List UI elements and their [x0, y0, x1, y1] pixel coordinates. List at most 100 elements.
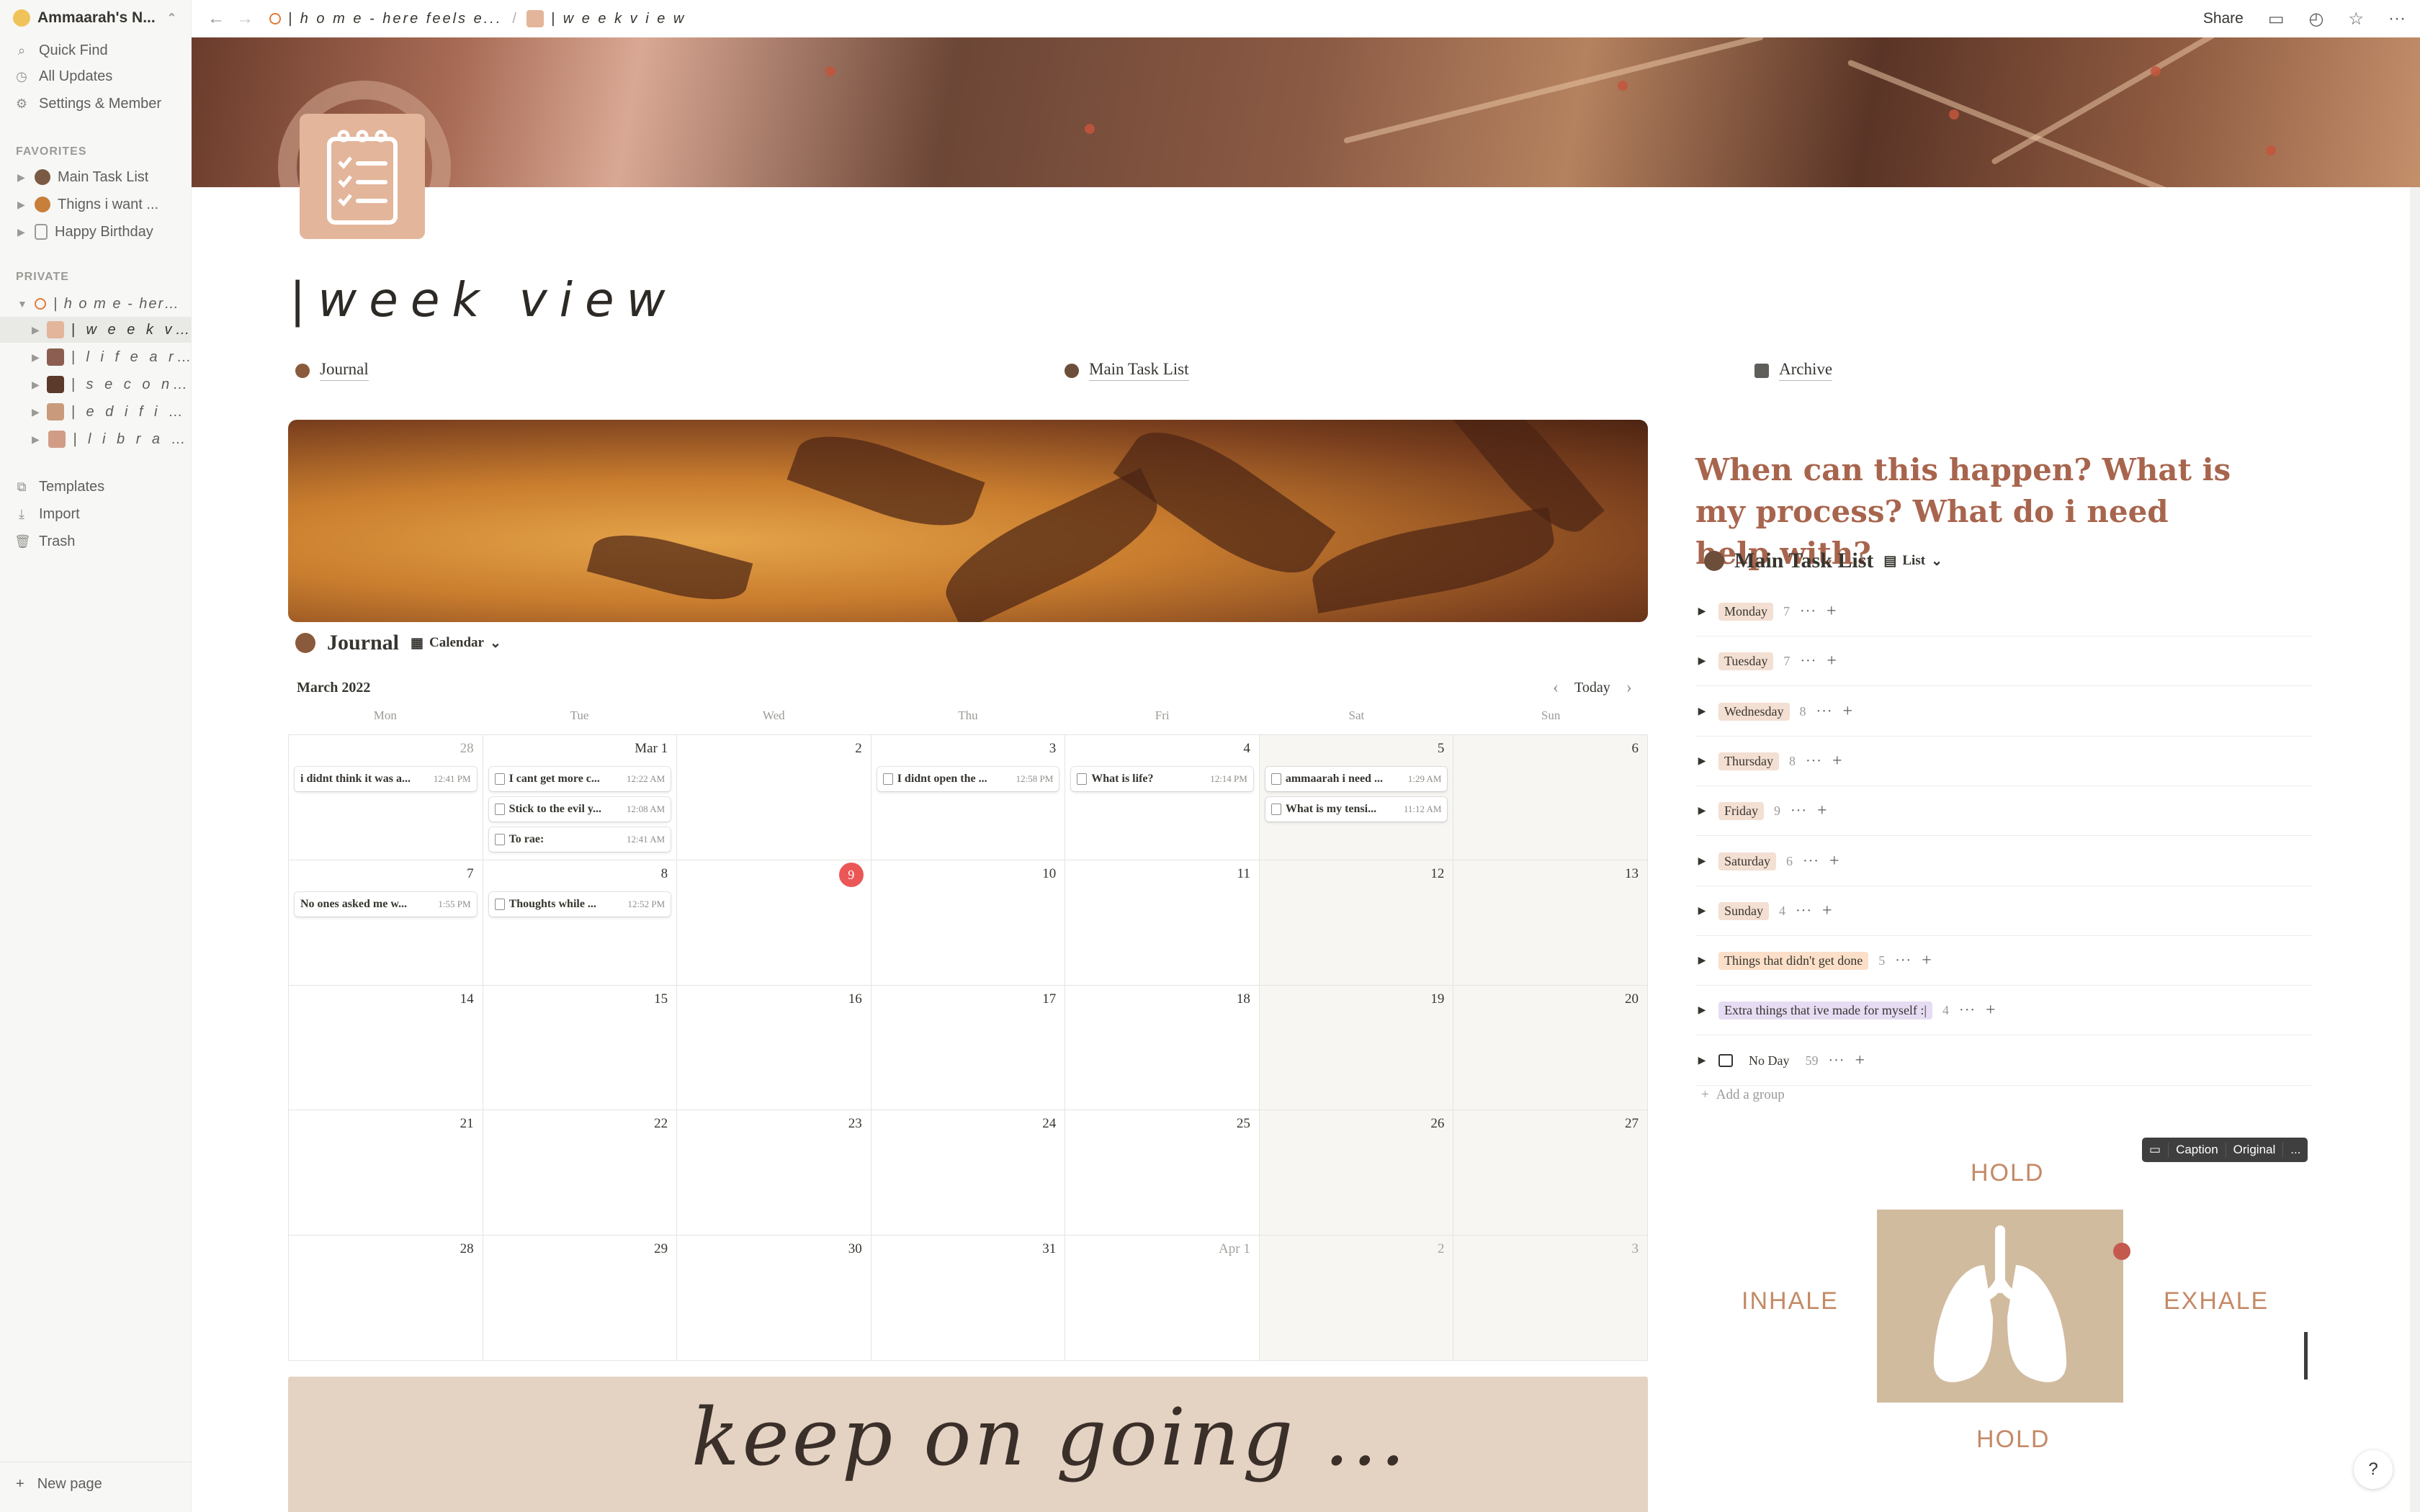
calendar-day-cell[interactable]: 13: [1453, 860, 1648, 986]
calendar-day-cell[interactable]: 2: [1259, 1236, 1454, 1361]
expand-icon[interactable]: ▶: [32, 406, 40, 418]
calendar-day-cell[interactable]: 15: [483, 985, 678, 1111]
more-icon[interactable]: ···: [1829, 1053, 1845, 1069]
expand-icon[interactable]: ▶: [1695, 706, 1708, 718]
calendar-day-cell[interactable]: 20: [1453, 985, 1648, 1111]
task-group-row[interactable]: ▶ Wednesday 8 ··· +: [1695, 688, 2312, 737]
forward-arrow-icon[interactable]: →: [236, 9, 254, 29]
calendar-day-cell[interactable]: 30: [677, 1236, 871, 1361]
scrollbar[interactable]: [2410, 187, 2420, 1512]
list-view-selector[interactable]: ▤ List ⌄: [1883, 553, 1942, 570]
resize-handle[interactable]: [2304, 1332, 2308, 1380]
calendar-day-cell[interactable]: 19: [1259, 985, 1454, 1111]
expand-icon[interactable]: ▶: [17, 199, 27, 211]
sidebar-item-page[interactable]: ▶ | s e c o n d b ...: [0, 372, 192, 397]
help-button[interactable]: ?: [2354, 1450, 2393, 1489]
next-month-icon[interactable]: ›: [1626, 678, 1632, 698]
link-main-task-list[interactable]: Main Task List: [1065, 360, 1189, 381]
plant-shadow-image[interactable]: [288, 420, 1648, 622]
expand-icon[interactable]: ▶: [17, 171, 27, 184]
journal-entry-card[interactable]: To rae: 12:41 AM: [488, 827, 671, 852]
calendar-day-cell[interactable]: 16: [677, 985, 871, 1111]
expand-icon[interactable]: ▶: [32, 351, 40, 364]
trash[interactable]: 🗑 Trash: [14, 530, 75, 553]
plus-icon[interactable]: +: [1827, 602, 1837, 621]
calendar-day-cell[interactable]: 26: [1259, 1110, 1454, 1236]
calendar-day-cell[interactable]: 5 ammaarah i need ... 1:29 AM What is my te…: [1259, 735, 1454, 860]
more-icon[interactable]: ···: [1800, 653, 1816, 670]
task-group-row[interactable]: ▶ Sunday 4 ··· +: [1695, 887, 2312, 936]
calendar-day-cell[interactable]: Apr 1: [1065, 1236, 1260, 1361]
today-button[interactable]: Today: [1574, 680, 1610, 696]
journal-entry-card[interactable]: i didnt think it was a... 12:41 PM: [295, 767, 477, 791]
calendar-day-cell[interactable]: 27: [1453, 1110, 1648, 1236]
calendar-day-cell[interactable]: 3 I didnt open the ... 12:58 PM: [871, 735, 1066, 860]
calendar-day-cell[interactable]: 9: [677, 860, 871, 986]
calendar-day-cell[interactable]: 7 No ones asked me w... 1:55 PM: [289, 860, 483, 986]
calendar-day-cell[interactable]: 21: [289, 1110, 483, 1236]
more-icon[interactable]: ···: [1816, 703, 1833, 720]
expand-icon[interactable]: ▶: [1695, 855, 1708, 868]
calendar-day-cell[interactable]: 6: [1453, 735, 1648, 860]
calendar-day-cell[interactable]: 10: [871, 860, 1066, 986]
all-updates[interactable]: ◷ All Updates: [14, 65, 112, 88]
page-icon[interactable]: [300, 114, 425, 239]
calendar-day-cell[interactable]: 22: [483, 1110, 678, 1236]
journal-entry-card[interactable]: What is my tensi... 11:12 AM: [1265, 797, 1448, 822]
calendar-day-cell[interactable]: 25: [1065, 1110, 1260, 1236]
task-group-row[interactable]: ▶ Things that didn't get done 5 ··· +: [1695, 937, 2312, 986]
expand-icon[interactable]: ▶: [1695, 905, 1708, 917]
expand-icon[interactable]: ▶: [1695, 955, 1708, 967]
calendar-day-cell[interactable]: 28 i didnt think it was a... 12:41 PM: [289, 735, 483, 860]
task-group-row[interactable]: ▶ Extra things that ive made for myself :…: [1695, 986, 2312, 1036]
journal-entry-card[interactable]: No ones asked me w... 1:55 PM: [295, 891, 477, 917]
back-arrow-icon[interactable]: ←: [207, 9, 225, 29]
plus-icon[interactable]: +: [1843, 702, 1853, 721]
sidebar-item-home[interactable]: ▼ | h o m e - here...: [0, 291, 192, 317]
calendar-day-cell[interactable]: 2: [677, 735, 871, 860]
expand-icon[interactable]: ▶: [1695, 606, 1708, 618]
cover-image[interactable]: [192, 37, 2420, 187]
plus-icon[interactable]: +: [1822, 901, 1832, 921]
plus-icon[interactable]: +: [1986, 1001, 1996, 1020]
calendar-view-selector[interactable]: ▦ Calendar ⌄: [411, 635, 501, 652]
plus-icon[interactable]: +: [1827, 652, 1837, 671]
expand-icon[interactable]: ▶: [32, 324, 40, 336]
journal-entry-card[interactable]: I cant get more c... 12:22 AM: [488, 767, 671, 791]
plus-icon[interactable]: +: [1922, 951, 1932, 971]
comment-icon[interactable]: ▭: [2268, 9, 2285, 30]
calendar-day-cell[interactable]: 11: [1065, 860, 1260, 986]
favorite-item-main-task-list[interactable]: ▶ Main Task List: [0, 164, 192, 190]
more-icon[interactable]: ···: [1796, 903, 1812, 919]
task-group-row[interactable]: ▶ Friday 9 ··· +: [1695, 787, 2312, 837]
calendar-day-cell[interactable]: 31: [871, 1236, 1066, 1361]
calendar-day-cell[interactable]: 18: [1065, 985, 1260, 1111]
more-icon[interactable]: ···: [1959, 1002, 1976, 1019]
journal-entry-card[interactable]: What is life? 12:14 PM: [1071, 767, 1253, 791]
plus-icon[interactable]: +: [1817, 801, 1827, 821]
main-task-list-title[interactable]: Main Task List: [1734, 549, 1873, 573]
expand-icon[interactable]: ▶: [1695, 655, 1708, 667]
plus-icon[interactable]: +: [1829, 852, 1839, 871]
expand-icon[interactable]: ▶: [1695, 805, 1708, 817]
plus-icon[interactable]: +: [1832, 752, 1842, 771]
expand-icon[interactable]: ▶: [1695, 1055, 1708, 1067]
link-archive[interactable]: Archive: [1754, 360, 1833, 381]
calendar-day-cell[interactable]: 3: [1453, 1236, 1648, 1361]
calendar-day-cell[interactable]: 23: [677, 1110, 871, 1236]
journal-entry-card[interactable]: I didnt open the ... 12:58 PM: [877, 767, 1059, 791]
star-icon[interactable]: ☆: [2349, 9, 2365, 30]
task-group-row[interactable]: ▶ Thursday 8 ··· +: [1695, 737, 2312, 786]
task-group-row[interactable]: ▶ Saturday 6 ··· +: [1695, 837, 2312, 886]
calendar-day-cell[interactable]: 4 What is life? 12:14 PM: [1065, 735, 1260, 860]
comment-icon[interactable]: ▭: [2142, 1143, 2169, 1157]
original-button[interactable]: Original: [2226, 1143, 2284, 1157]
prev-month-icon[interactable]: ‹: [1553, 678, 1559, 698]
calendar-day-cell[interactable]: 17: [871, 985, 1066, 1111]
image-more-button[interactable]: ...: [2283, 1143, 2308, 1157]
journal-entry-card[interactable]: Stick to the evil y... 12:08 AM: [488, 797, 671, 822]
calendar-day-cell[interactable]: Mar 1 I cant get more c... 12:22 AM Stick t…: [483, 735, 678, 860]
calendar-day-cell[interactable]: 28: [289, 1236, 483, 1361]
breathing-exercise-image[interactable]: ▭ Caption Original ... HOLD INHALE EXHAL…: [1695, 1138, 2312, 1469]
journal-entry-card[interactable]: Thoughts while ... 12:52 PM: [488, 891, 671, 917]
